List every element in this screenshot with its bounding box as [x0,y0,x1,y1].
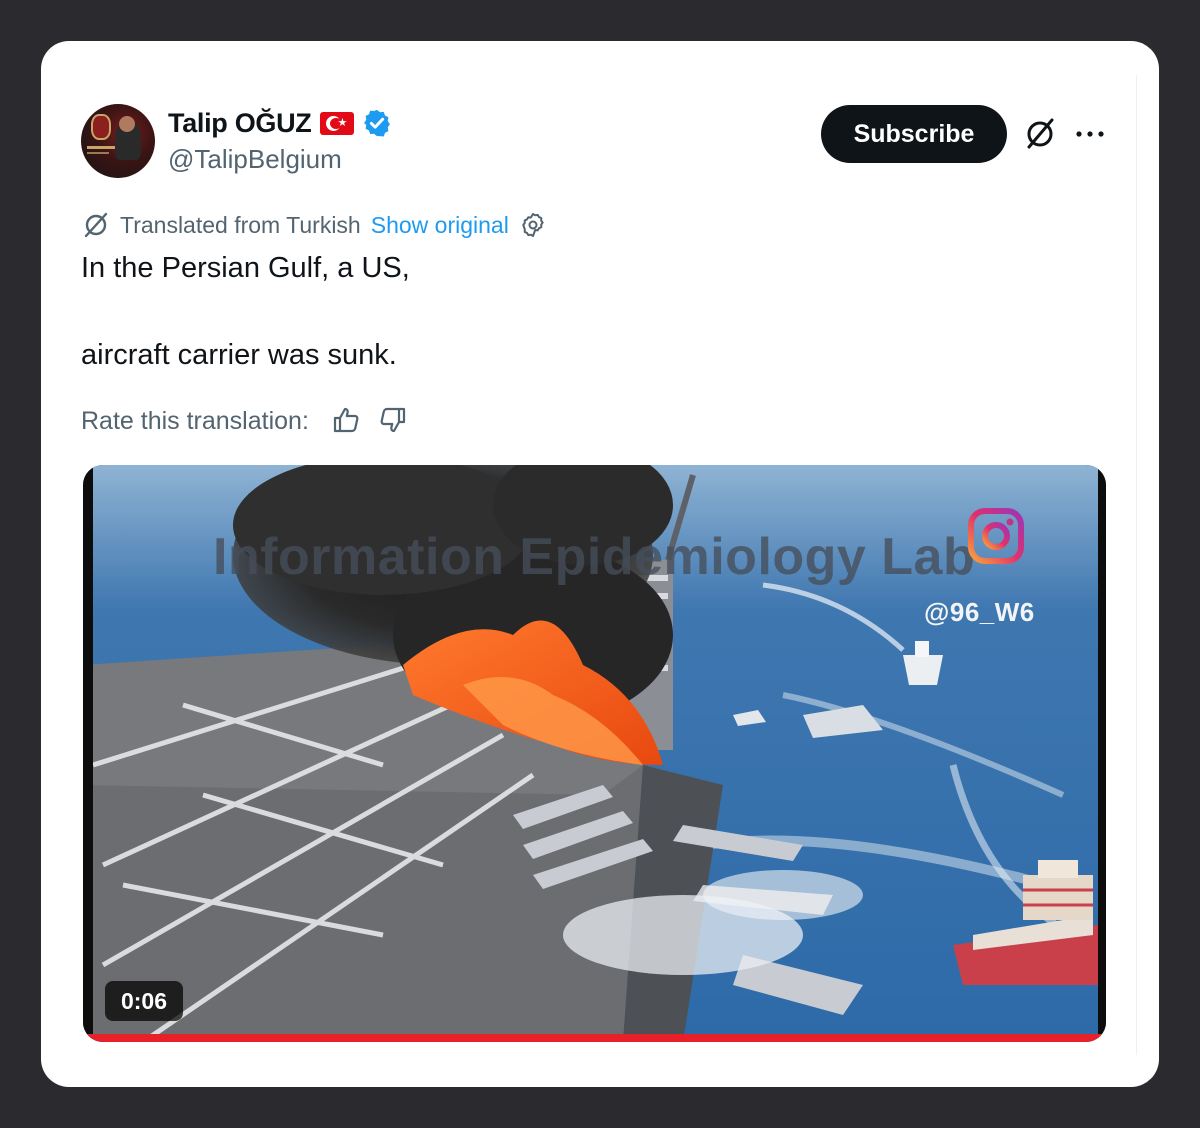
video-progress-bar[interactable] [83,1034,1106,1042]
instagram-icon [968,508,1024,564]
more-icon[interactable] [1070,118,1110,150]
video-duration-badge: 0:06 [105,981,183,1021]
author-name-row[interactable]: Talip OĞUZ ★ [168,106,392,140]
translation-notice: Translated from Turkish Show original [82,208,547,242]
tweet-text-line-1: In the Persian Gulf, a US, [81,252,410,284]
turkey-flag-icon: ★ [319,111,354,135]
author-display-name[interactable]: Talip OĞUZ [168,108,312,139]
tweet-text-line-2: aircraft carrier was sunk. [81,339,397,371]
avatar[interactable] [81,104,155,178]
video-watermark: Information Epidemiology Lab [213,528,976,586]
video-overlay-handle: @96_W6 [924,597,1035,627]
divider [1136,75,1137,1055]
translated-from-label: Translated from Turkish [120,211,361,238]
subscribe-button[interactable]: Subscribe [821,105,1007,163]
grok-icon[interactable] [1022,116,1058,152]
video-player[interactable]: Information Epidemiology Lab @96_W6 0:06 [83,465,1106,1042]
gear-icon[interactable] [519,211,547,239]
thumbs-up-icon[interactable] [331,405,361,435]
grok-translate-icon [84,212,108,238]
thumbs-down-icon[interactable] [378,405,408,435]
author-handle[interactable]: @TalipBelgium [168,144,342,175]
rate-translation-label: Rate this translation: [81,406,309,435]
verified-badge-icon[interactable] [362,108,392,138]
show-original-link[interactable]: Show original [371,212,509,239]
